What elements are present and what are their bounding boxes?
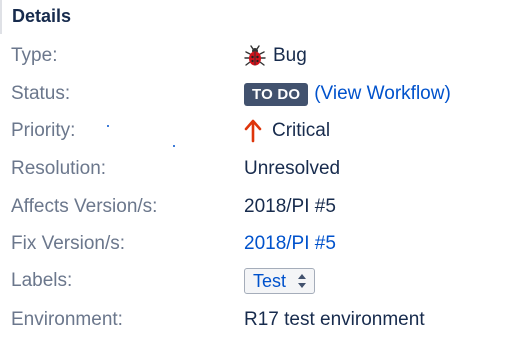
labels-row: Labels: Test [0,266,509,296]
affects-version-label: Affects Version/s: [11,196,158,217]
type-row: Type: Bug [0,41,509,71]
environment-value: R17 test environment [244,309,425,330]
label-tag-text: Test [253,270,287,291]
resolution-value: Unresolved [244,158,341,179]
details-heading: Details [12,6,72,26]
label-tag-select[interactable]: Test [244,268,316,294]
resolution-row: Resolution: Unresolved [0,154,509,184]
status-value: TO DO (View Workflow) [244,79,451,109]
arrow-up-icon [244,119,262,143]
priority-value: Critical [244,116,330,146]
environment-label: Environment: [11,309,123,330]
priority-label: Priority: [11,120,76,141]
fix-version-link[interactable]: 2018/PI #5 [244,229,336,259]
stray-dot [173,145,175,147]
affects-version-value: 2018/PI #5 [244,196,336,217]
resolution-label: Resolution: [11,158,107,179]
type-label: Type: [11,45,58,66]
fix-version-label: Fix Version/s: [11,233,126,254]
affects-version-row: Affects Version/s: 2018/PI #5 [0,192,509,222]
labels-label: Labels: [11,270,73,291]
priority-text: Critical [272,120,331,141]
environment-row: Environment: R17 test environment [0,305,509,335]
stray-dot [107,125,109,127]
view-workflow-link[interactable]: (View Workflow) [314,83,451,105]
stepper-icon[interactable] [296,272,308,290]
status-lozenge[interactable]: TO DO [244,82,309,106]
priority-row: Priority: Critical [0,116,509,146]
labels-value: Test [244,266,316,296]
bug-icon [244,45,266,67]
status-row: Status: TO DO (View Workflow) [0,79,509,109]
type-value: Bug [244,41,307,71]
type-text: Bug [273,45,307,66]
fix-version-row: Fix Version/s: 2018/PI #5 [0,229,509,259]
status-label: Status: [11,83,71,104]
panel-edge [0,0,2,34]
